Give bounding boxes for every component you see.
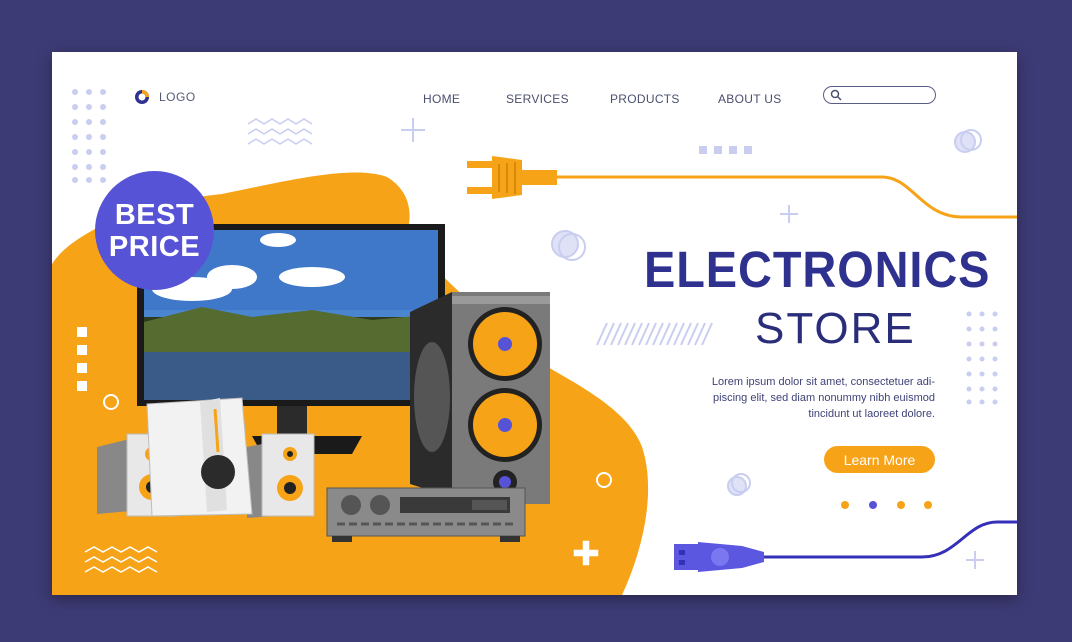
hatch-ornament xyxy=(596,322,713,346)
carousel-dots xyxy=(841,501,932,509)
description-line: piscing elit, sed diam nonummy nibh euis… xyxy=(713,392,935,404)
plus-icon xyxy=(780,205,798,223)
description-line: tincidunt ut laoreet dolore. xyxy=(808,408,935,420)
dot-grid-left xyxy=(72,89,106,183)
dot-grid-right xyxy=(966,311,998,405)
tower-speaker xyxy=(410,292,550,504)
landing-page-card: LOGO HOME SERVICES PRODUCTS ABOUT US BES… xyxy=(52,52,1017,595)
nav-label-about-us: ABOUT US xyxy=(718,92,782,106)
nav-label-services: SERVICES xyxy=(506,92,569,106)
nav-label-home: HOME xyxy=(423,92,461,106)
plug-cable xyxy=(557,175,1017,219)
badge-line-1: BEST xyxy=(114,198,195,231)
wave-ornament-top xyxy=(247,118,313,145)
hero-title-line-2: STORE xyxy=(755,304,916,353)
learn-more-button[interactable]: Learn More xyxy=(824,446,935,473)
logo-label: LOGO xyxy=(159,90,196,104)
square-markers xyxy=(699,146,752,154)
usb-plug-icon xyxy=(674,542,764,572)
plus-icon xyxy=(401,118,425,142)
logo-icon xyxy=(135,90,149,104)
description-line: Lorem ipsum dolor sit amet, consectetuer… xyxy=(711,376,935,388)
hero-title-line-1: ELECTRONICS xyxy=(644,241,991,298)
amplifier xyxy=(326,487,526,542)
hero-description: Lorem ipsum dolor sit amet, consectetuer… xyxy=(672,374,935,422)
usb-cable xyxy=(764,520,1017,559)
best-price-badge: BEST PRICE xyxy=(95,171,214,290)
search-input[interactable] xyxy=(846,88,930,101)
search-bar[interactable] xyxy=(823,86,936,104)
plus-icon xyxy=(966,551,984,569)
nav-item-products[interactable]: PRODUCTS xyxy=(610,90,680,108)
nav-item-about-us[interactable]: ABOUT US xyxy=(718,90,782,108)
search-icon[interactable] xyxy=(830,89,842,101)
badge-line-2: PRICE xyxy=(108,230,201,263)
plug-icon xyxy=(467,156,557,199)
nav-label-products: PRODUCTS xyxy=(610,92,680,106)
logo[interactable]: LOGO xyxy=(134,89,196,105)
nav-item-home[interactable]: HOME xyxy=(423,90,460,108)
nav-item-services[interactable]: SERVICES xyxy=(506,90,569,108)
